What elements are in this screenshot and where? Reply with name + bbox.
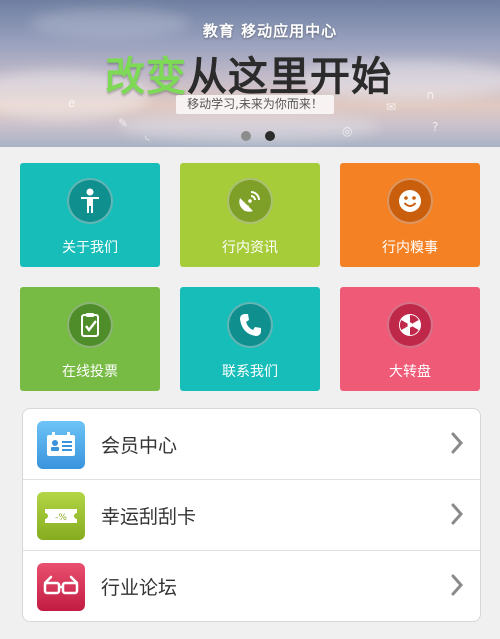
tile-contact-us[interactable]: 联系我们 <box>180 287 320 391</box>
envelope-icon: ✉ <box>386 100 397 114</box>
smiley-icon <box>399 190 421 212</box>
carousel-dot-1[interactable] <box>241 131 251 141</box>
question-icon: ? <box>432 120 439 134</box>
menu-item-label: 会员中心 <box>101 435 178 457</box>
menu-item-member-center[interactable]: 会员中心 <box>23 409 480 479</box>
menu-item-scratch-card[interactable]: -% 幸运刮刮卡 <box>23 480 480 550</box>
wifi-icon: ◟ <box>145 128 150 142</box>
tile-label: 关于我们 <box>62 240 118 256</box>
tile-about-us[interactable]: 关于我们 <box>20 163 160 267</box>
menu-item-label: 行业论坛 <box>101 577 178 599</box>
tile-industry-news[interactable]: 行内资讯 <box>180 163 320 267</box>
banner-slogan: 移动学习,未来为你而来！ <box>176 95 334 114</box>
tile-label: 联系我们 <box>222 364 278 380</box>
menu-list: 会员中心 -% 幸运刮刮卡 行业论坛 <box>22 408 481 622</box>
carousel-dot-2[interactable] <box>265 131 275 141</box>
tile-label: 在线投票 <box>62 364 118 380</box>
banner-title: 改变从这里开始 <box>105 44 392 102</box>
carousel-indicator <box>241 126 289 145</box>
tile-label: 行内糗事 <box>382 240 438 256</box>
tile-lucky-wheel[interactable]: 大转盘 <box>340 287 480 391</box>
chevron-right-icon <box>451 432 464 454</box>
person-icon <box>81 188 99 213</box>
tile-label: 大转盘 <box>389 364 431 380</box>
headset-icon: ∩ <box>426 88 435 102</box>
glasses-icon <box>43 575 79 595</box>
menu-item-forum[interactable]: 行业论坛 <box>23 551 480 621</box>
wheel-icon <box>399 314 421 336</box>
ie-icon: e <box>68 96 76 110</box>
chat-icon: ✎ <box>118 116 129 130</box>
menu-item-label: 幸运刮刮卡 <box>101 506 197 528</box>
banner-subtitle: 教育 移动应用中心 <box>202 22 338 40</box>
tile-online-vote[interactable]: 在线投票 <box>20 287 160 391</box>
svg-text:-%: -% <box>55 513 67 523</box>
banner-title-main: 从这里开始 <box>187 54 392 100</box>
scratch-card-icon: -% <box>45 509 77 523</box>
top-banner[interactable]: e ◟ ✉ ∩ ? ✎ ◎ 教育 移动应用中心 改变从这里开始 移动学习,未来为… <box>0 0 500 147</box>
clipboard-check-icon <box>81 313 99 337</box>
phone-icon <box>240 314 261 336</box>
banner-title-highlight: 改变 <box>105 54 187 100</box>
tile-industry-anecdotes[interactable]: 行内糗事 <box>340 163 480 267</box>
chevron-right-icon <box>451 574 464 596</box>
tile-label: 行内资讯 <box>222 240 278 256</box>
globe-icon: ◎ <box>342 124 353 138</box>
chevron-right-icon <box>451 503 464 525</box>
member-card-icon <box>47 432 75 456</box>
satellite-dish-icon <box>239 191 260 212</box>
